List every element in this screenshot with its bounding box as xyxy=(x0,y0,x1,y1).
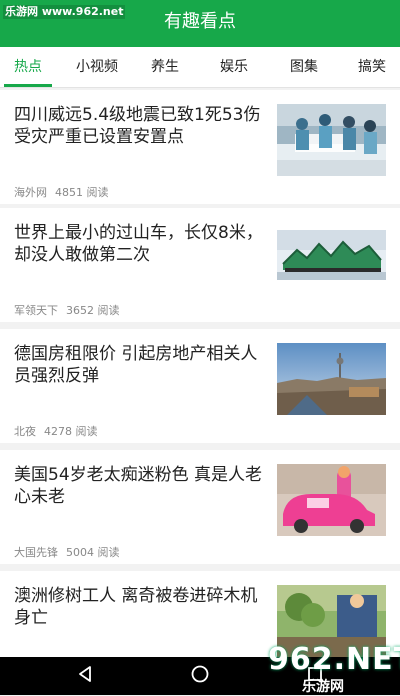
back-icon xyxy=(76,665,94,687)
article-item[interactable]: 四川威远5.4级地震已致1死53伤 受灾严重已设置安置点 海外网 4851 阅读 xyxy=(0,90,400,204)
article-source: 军领天下 xyxy=(14,304,58,317)
article-meta: 北夜 4278 阅读 xyxy=(14,423,98,439)
article-source: 北夜 xyxy=(14,425,36,438)
home-icon xyxy=(190,664,210,688)
watermark-logo-text: 962.NET xyxy=(268,642,400,677)
article-title: 澳洲修树工人 离奇被卷进碎木机身亡 xyxy=(14,586,258,628)
article-title: 世界上最小的过山车，长仅8米，却没人敢做第二次 xyxy=(14,223,263,265)
article-views: 5004 阅读 xyxy=(66,546,120,559)
article-item[interactable]: 德国房租限价 引起房地产相关人员强烈反弹 北夜 4278 阅读 xyxy=(0,329,400,443)
category-tabs: 热点 小视频 养生 娱乐 图集 搞笑 xyxy=(0,47,400,88)
article-meta: 海外网 4851 阅读 xyxy=(14,184,109,200)
watermark-site-name: 乐游网 xyxy=(302,679,344,695)
back-button[interactable] xyxy=(55,657,115,695)
article-title: 美国54岁老太痴迷粉色 真是人老心未老 xyxy=(14,465,263,507)
article-title: 德国房租限价 引起房地产相关人员强烈反弹 xyxy=(14,344,258,386)
article-meta: 大国先锋 5004 阅读 xyxy=(14,544,120,560)
tab-hot[interactable]: 热点 xyxy=(4,47,52,87)
article-title: 四川威远5.4级地震已致1死53伤 受灾严重已设置安置点 xyxy=(14,105,261,147)
article-item[interactable]: 美国54岁老太痴迷粉色 真是人老心未老 大国先锋 5004 阅读 xyxy=(0,450,400,564)
home-button[interactable] xyxy=(170,657,230,695)
tab-health[interactable]: 养生 xyxy=(140,47,190,87)
article-views: 3652 阅读 xyxy=(66,304,120,317)
article-source: 海外网 xyxy=(14,186,47,199)
tab-funny[interactable]: 搞笑 xyxy=(346,47,398,87)
article-views: 4278 阅读 xyxy=(44,425,98,438)
article-source: 大国先锋 xyxy=(14,546,58,559)
article-views: 4851 阅读 xyxy=(55,186,109,199)
article-thumbnail xyxy=(277,230,386,280)
article-item[interactable]: 世界上最小的过山车，长仅8米，却没人敢做第二次 军领天下 3652 阅读 xyxy=(0,208,400,322)
watermark-bottom-right: 962.NET 乐游网 xyxy=(262,640,400,695)
article-thumbnail xyxy=(277,104,386,176)
article-meta: 军领天下 3652 阅读 xyxy=(14,302,120,318)
app-header: 乐游网 www.962.net 有趣看点 xyxy=(0,0,400,47)
tab-gallery[interactable]: 图集 xyxy=(278,47,330,87)
article-thumbnail xyxy=(277,343,386,415)
tab-entertainment[interactable]: 娱乐 xyxy=(208,47,260,87)
page-title: 有趣看点 xyxy=(164,11,236,32)
tab-short-video[interactable]: 小视频 xyxy=(68,47,126,87)
article-thumbnail xyxy=(277,464,386,536)
active-tab-indicator xyxy=(4,84,52,87)
